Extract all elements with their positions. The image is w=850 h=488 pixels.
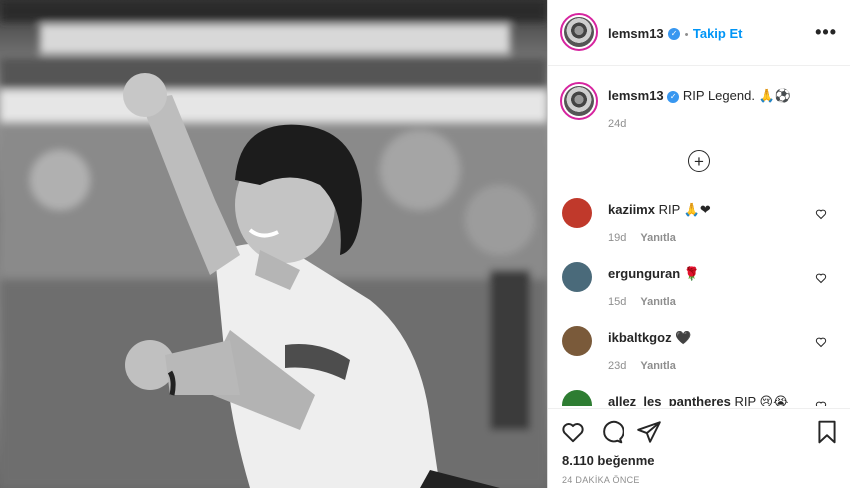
reply-button[interactable]: Yanıtla xyxy=(640,232,675,244)
comment-meta: 19d Yanıtla xyxy=(608,232,676,244)
comment-emoji: 🖤 xyxy=(675,330,692,345)
comment-avatar[interactable] xyxy=(562,326,592,356)
comment-heart-icon[interactable] xyxy=(815,400,827,406)
comment-avatar[interactable] xyxy=(562,198,592,228)
more-options-icon[interactable]: ••• xyxy=(815,22,837,43)
caption-avatar[interactable] xyxy=(560,82,598,120)
comment-time[interactable]: 23d xyxy=(608,360,626,372)
author-avatar-image xyxy=(564,17,594,47)
reply-button[interactable]: Yanıtla xyxy=(640,360,675,372)
comment-heart-icon[interactable] xyxy=(815,208,827,220)
comment-username[interactable]: kaziimx xyxy=(608,202,655,217)
comment-time[interactable]: 15d xyxy=(608,296,626,308)
comment-text-row: ikbaltkgoz 🖤 xyxy=(608,330,691,346)
comment-heart-icon[interactable] xyxy=(815,272,827,284)
post-timestamp[interactable]: 24 DAKİKA ÖNCE xyxy=(562,475,640,485)
post-photo[interactable] xyxy=(0,0,547,488)
comment-text: RIP xyxy=(734,394,756,406)
caption-username[interactable]: lemsm13 xyxy=(608,88,664,103)
comment-meta: 15d Yanıtla xyxy=(608,296,676,308)
follow-separator: • xyxy=(684,29,689,41)
comment-avatar[interactable] xyxy=(562,390,592,406)
comment-meta: 23d Yanıtla xyxy=(608,360,676,372)
comment-emoji: 🙏❤ xyxy=(683,202,711,217)
comment-time[interactable]: 19d xyxy=(608,232,626,244)
header-title-row: lemsm13 ✓ • Takip Et xyxy=(608,25,742,43)
add-circle-icon[interactable]: + xyxy=(688,150,710,172)
comment-item: kaziimx RIP 🙏❤ 19d Yanıtla xyxy=(548,190,850,254)
caption-timestamp[interactable]: 24d xyxy=(608,118,626,130)
author-username[interactable]: lemsm13 xyxy=(608,26,664,41)
caption-emojis: 🙏⚽ xyxy=(758,88,791,103)
caption-text: RIP Legend. xyxy=(682,88,755,103)
heart-icon[interactable] xyxy=(560,419,586,445)
comment-list[interactable]: kaziimx RIP 🙏❤ 19d Yanıtla ergunguran 🌹 1… xyxy=(548,190,850,406)
post-header: lemsm13 ✓ • Takip Et ••• xyxy=(548,0,850,66)
post-photo-illustration xyxy=(0,0,547,488)
post-actions: 8.110 beğenme 24 DAKİKA ÖNCE xyxy=(548,408,850,488)
author-avatar[interactable] xyxy=(560,13,598,51)
like-count[interactable]: 8.110 beğenme xyxy=(562,453,655,468)
reply-button[interactable]: Yanıtla xyxy=(640,296,675,308)
comment-emoji: 😢😭 xyxy=(759,394,789,406)
follow-button[interactable]: Takip Et xyxy=(693,26,743,41)
comment-text-row: kaziimx RIP 🙏❤ xyxy=(608,202,711,218)
comment-text: RIP xyxy=(658,202,681,217)
comment-item: ergunguran 🌹 15d Yanıtla xyxy=(548,254,850,318)
verified-badge-icon: ✓ xyxy=(668,27,681,40)
comment-text-row: allez_les_pantheres RIP 😢😭 xyxy=(608,394,788,406)
caption-text-row: lemsm13 ✓ RIP Legend. 🙏⚽ xyxy=(608,88,791,104)
comment-item: allez_les_pantheres RIP 😢😭 xyxy=(548,382,850,406)
comment-avatar[interactable] xyxy=(562,262,592,292)
comment-username[interactable]: allez_les_pantheres xyxy=(608,394,731,406)
post-side-panel: lemsm13 ✓ • Takip Et ••• lemsm13 ✓ RIP L… xyxy=(547,0,850,488)
caption-avatar-image xyxy=(564,86,594,116)
comment-text-row: ergunguran 🌹 xyxy=(608,266,700,282)
paper-plane-icon[interactable] xyxy=(636,419,662,445)
comment-heart-icon[interactable] xyxy=(815,336,827,348)
comment-username[interactable]: ergunguran xyxy=(608,266,680,281)
comment-item: ikbaltkgoz 🖤 23d Yanıtla xyxy=(548,318,850,382)
comment-emoji: 🌹 xyxy=(683,266,701,281)
bookmark-icon[interactable] xyxy=(814,419,840,445)
comment-username[interactable]: ikbaltkgoz xyxy=(608,330,672,345)
comment-bubble-icon[interactable] xyxy=(598,419,624,445)
caption-verified-badge-icon: ✓ xyxy=(667,90,680,103)
